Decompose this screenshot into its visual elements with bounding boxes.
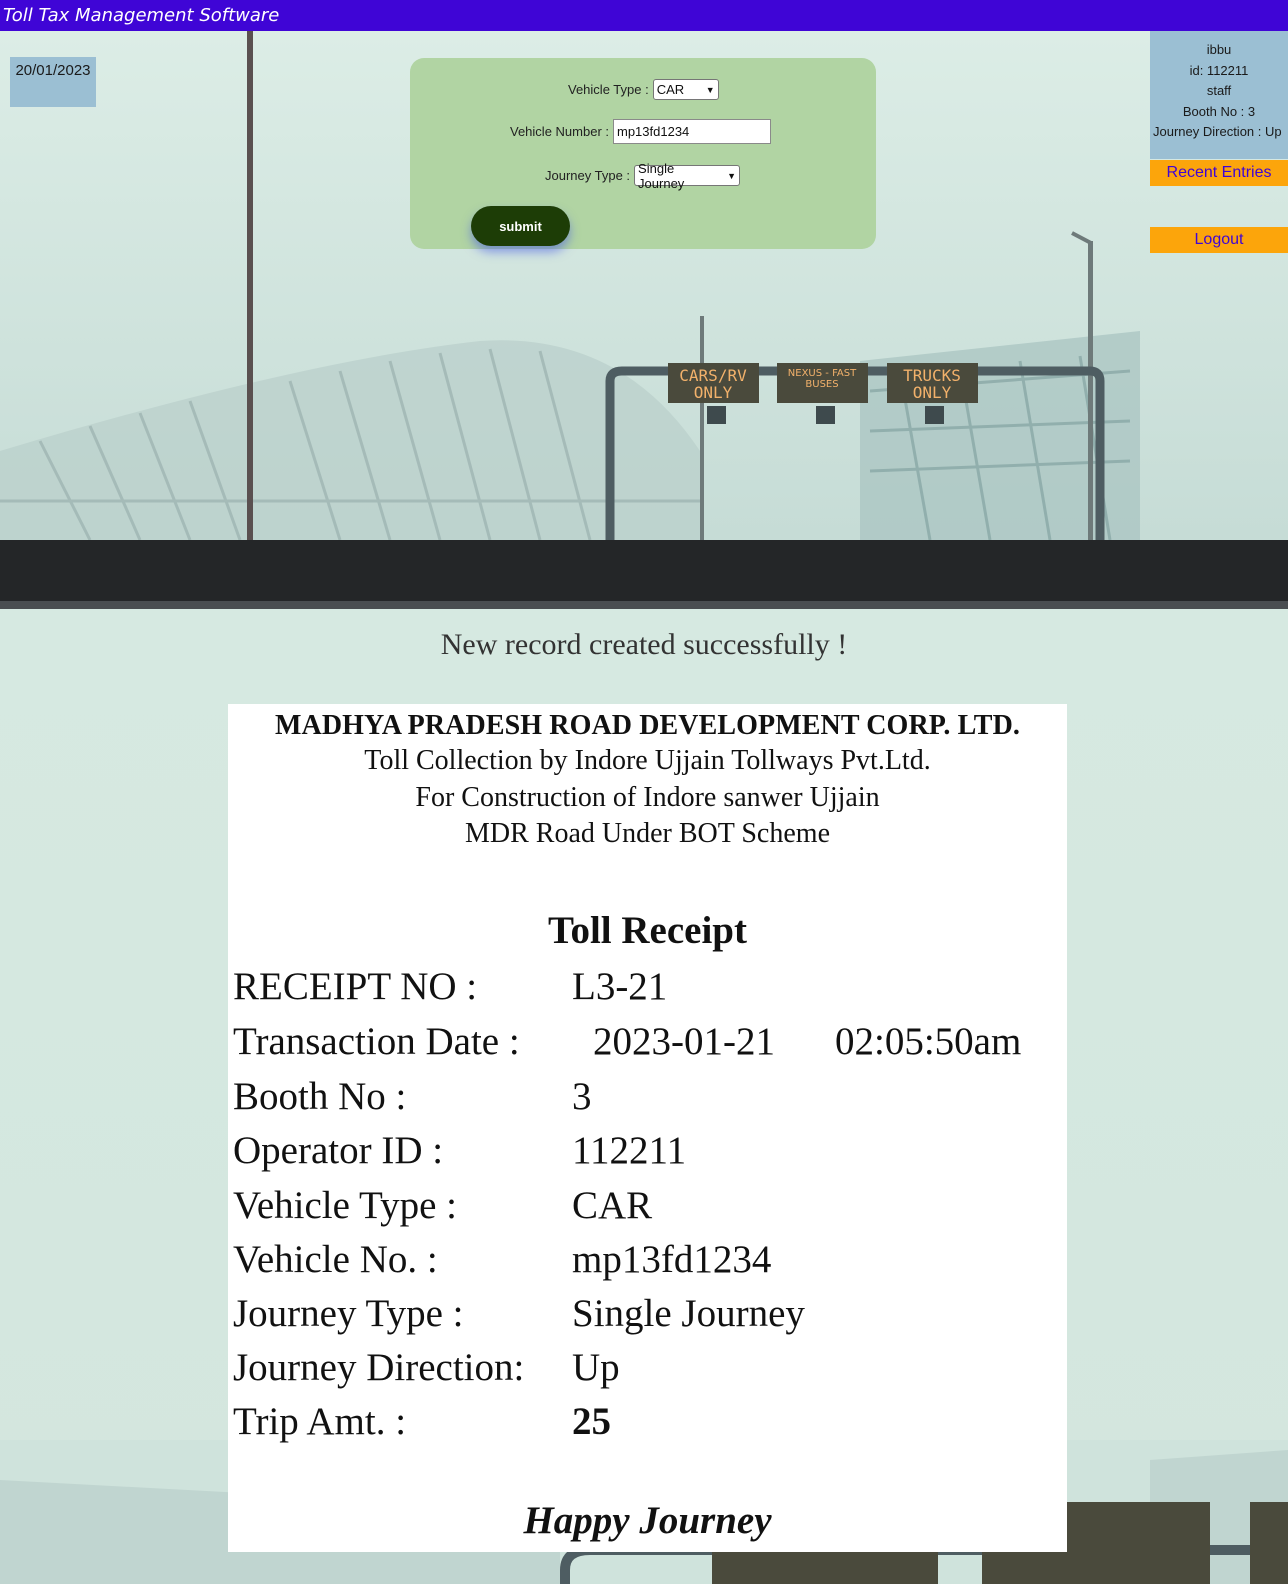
receipt-row-label: Trip Amt. : bbox=[233, 1400, 407, 1443]
sign-nexus-line1: NEXUS - FAST bbox=[788, 368, 857, 379]
receipt-subtitle-2: For Construction of Indore sanwer Ujjain bbox=[415, 782, 880, 813]
toll-receipt: MADHYA PRADESH ROAD DEVELOPMENT CORP. LT… bbox=[228, 704, 1067, 1552]
vehicle-type-select[interactable]: CAR ▼ bbox=[652, 79, 719, 100]
user-role: staff bbox=[1206, 83, 1232, 98]
receipt-row-value: CAR bbox=[572, 1184, 653, 1227]
journey-type-select[interactable]: Single Journey ▼ bbox=[634, 161, 741, 191]
receipt-row-value: 3 bbox=[572, 1075, 592, 1118]
receipt-row-label: Journey Type : bbox=[233, 1292, 464, 1335]
vehicle-type-value: CAR bbox=[656, 82, 685, 97]
sign-cars-line2: ONLY bbox=[694, 383, 733, 402]
receipt-subtitle-3: MDR Road Under BOT Scheme bbox=[465, 818, 830, 849]
sign-trucks-line2: ONLY bbox=[913, 383, 952, 402]
divider-band bbox=[0, 540, 1288, 601]
receipt-row-label: Booth No : bbox=[233, 1075, 407, 1118]
journey-type-label: Journey Type : bbox=[545, 168, 631, 183]
receipt-row-value: 112211 bbox=[572, 1129, 687, 1172]
journey-type-row: Journey Type : Single Journey ▼ bbox=[545, 161, 741, 191]
vehicle-type-row: Vehicle Type : CAR ▼ bbox=[568, 79, 719, 100]
recent-entries-button[interactable]: Recent Entries bbox=[1150, 160, 1288, 186]
receipt-row-label: Transaction Date : bbox=[233, 1020, 520, 1063]
receipt-subtitle-1: Toll Collection by Indore Ujjain Tollway… bbox=[364, 745, 931, 776]
success-message: New record created successfully ! bbox=[440, 628, 848, 661]
user-id: id: 112211 bbox=[1189, 62, 1249, 78]
logout-button[interactable]: Logout bbox=[1150, 227, 1288, 253]
receipt-row-time: 02:05:50am bbox=[835, 1020, 1022, 1063]
receipt-row-value: L3-21 bbox=[572, 965, 668, 1008]
receipt-row-label: Vehicle Type : bbox=[233, 1184, 457, 1227]
journey-type-value: Single Journey bbox=[638, 160, 685, 191]
chevron-down-icon: ▼ bbox=[727, 170, 737, 181]
receipt-footer: Happy Journey bbox=[523, 1499, 772, 1542]
user-booth: Booth No : 3 bbox=[1182, 103, 1256, 119]
receipt-row-value: 2023-01-21 bbox=[593, 1020, 775, 1063]
user-direction: Journey Direction : Up bbox=[1153, 124, 1282, 139]
vehicle-number-label: Vehicle Number : bbox=[510, 124, 609, 139]
receipt-row-label: Operator ID : bbox=[233, 1129, 444, 1172]
receipt-row-value: 25 bbox=[572, 1400, 611, 1443]
submit-button[interactable]: submit bbox=[471, 206, 570, 246]
app-title: Toll Tax Management Software bbox=[3, 5, 280, 26]
user-info-panel: ibbu id: 112211 staff Booth No : 3 Journ… bbox=[1150, 31, 1288, 159]
toll-entry-form: Vehicle Type : CAR ▼ Vehicle Number : Jo… bbox=[410, 58, 876, 249]
vehicle-type-label: Vehicle Type : bbox=[568, 82, 649, 97]
receipt-corp-name: MADHYA PRADESH ROAD DEVELOPMENT CORP. LT… bbox=[274, 710, 1020, 741]
receipt-row-label: Journey Direction: bbox=[233, 1346, 525, 1389]
receipt-row-value: Up bbox=[572, 1346, 620, 1389]
vehicle-number-input[interactable] bbox=[613, 119, 771, 144]
receipt-row-label: RECEIPT NO : bbox=[233, 965, 478, 1008]
sign-nexus-line2: BUSES bbox=[805, 379, 838, 390]
receipt-title: Toll Receipt bbox=[548, 909, 747, 952]
vehicle-number-row: Vehicle Number : bbox=[510, 119, 771, 144]
receipt-row-value: Single Journey bbox=[572, 1292, 805, 1335]
receipt-row-value: mp13fd1234 bbox=[572, 1238, 772, 1281]
divider-band-bottom bbox=[0, 601, 1288, 609]
user-name: ibbu bbox=[1206, 42, 1232, 57]
current-date: 20/01/2023 bbox=[10, 57, 96, 107]
chevron-down-icon: ▼ bbox=[705, 84, 715, 95]
top-bar: Toll Tax Management Software bbox=[0, 0, 1288, 31]
receipt-row-label: Vehicle No. : bbox=[233, 1238, 438, 1281]
